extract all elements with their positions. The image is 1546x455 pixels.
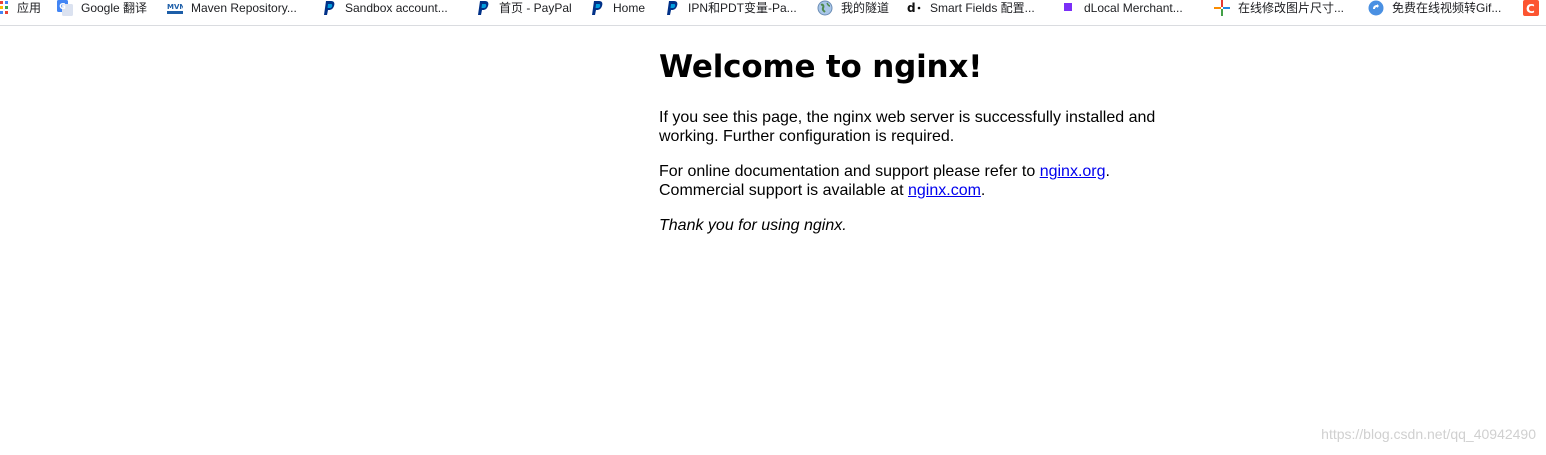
- bookmark-label: 在线修改图片尺寸...: [1238, 1, 1345, 15]
- nginx-org-link[interactable]: nginx.org: [1040, 163, 1106, 180]
- pinwheel-icon: [1214, 0, 1230, 16]
- bookmark-label: 首页 - PayPal: [499, 1, 572, 15]
- bookmarks-bar: 应用 G Google 翻译 MVN Maven Repository... S…: [0, 0, 1546, 26]
- paypal-icon: [667, 1, 678, 15]
- svg-text:G: G: [59, 2, 66, 11]
- commercial-period: .: [980, 182, 986, 199]
- documentation-message: For online documentation and support ple…: [659, 162, 1179, 200]
- page-title: Welcome to nginx!: [659, 49, 983, 85]
- bookmark-label: IPN和PDT变量-Pa...: [688, 1, 797, 15]
- bookmark-apps-label: 应用: [17, 1, 42, 15]
- thank-you-message: Thank you for using nginx.: [659, 217, 847, 234]
- dlocal-icon: d: [907, 1, 921, 15]
- bookmark-label: Smart Fields 配置...: [930, 1, 1035, 15]
- paypal-icon: [324, 1, 335, 15]
- google-translate-icon: G: [57, 0, 73, 16]
- maven-icon: MVN: [167, 1, 183, 14]
- purple-square-icon: [1064, 3, 1072, 11]
- svg-text:d: d: [907, 1, 916, 15]
- bookmark-label: Google 翻译: [81, 1, 148, 15]
- apps-grid-icon: [0, 1, 8, 14]
- bookmark-label: 我的隧道: [841, 1, 890, 15]
- paypal-icon: [478, 1, 489, 15]
- paypal-icon: [592, 1, 603, 15]
- svg-text:C: C: [1526, 2, 1535, 16]
- bookmark-label: Sandbox account...: [345, 1, 448, 15]
- install-message: If you see this page, the nginx web serv…: [659, 109, 1156, 145]
- commercial-text: Commercial support is available at: [659, 182, 908, 199]
- nginx-welcome-content: Welcome to nginx! If you see this page, …: [659, 30, 1179, 235]
- bookmark-label: dLocal Merchant...: [1084, 1, 1183, 15]
- csdn-icon: C: [1523, 0, 1539, 16]
- gif-converter-icon: [1368, 0, 1384, 16]
- globe-icon: [817, 0, 833, 16]
- bookmark-label: Maven Repository...: [191, 1, 297, 15]
- docs-text: For online documentation and support ple…: [659, 163, 1040, 180]
- bookmark-label: 免费在线视频转Gif...: [1392, 1, 1502, 15]
- svg-text:MVN: MVN: [167, 3, 183, 11]
- nginx-com-link[interactable]: nginx.com: [908, 182, 981, 199]
- csdn-watermark: https://blog.csdn.net/qq_40942490: [1321, 426, 1536, 442]
- docs-period: .: [1105, 163, 1110, 180]
- bookmark-label: Home: [613, 1, 646, 15]
